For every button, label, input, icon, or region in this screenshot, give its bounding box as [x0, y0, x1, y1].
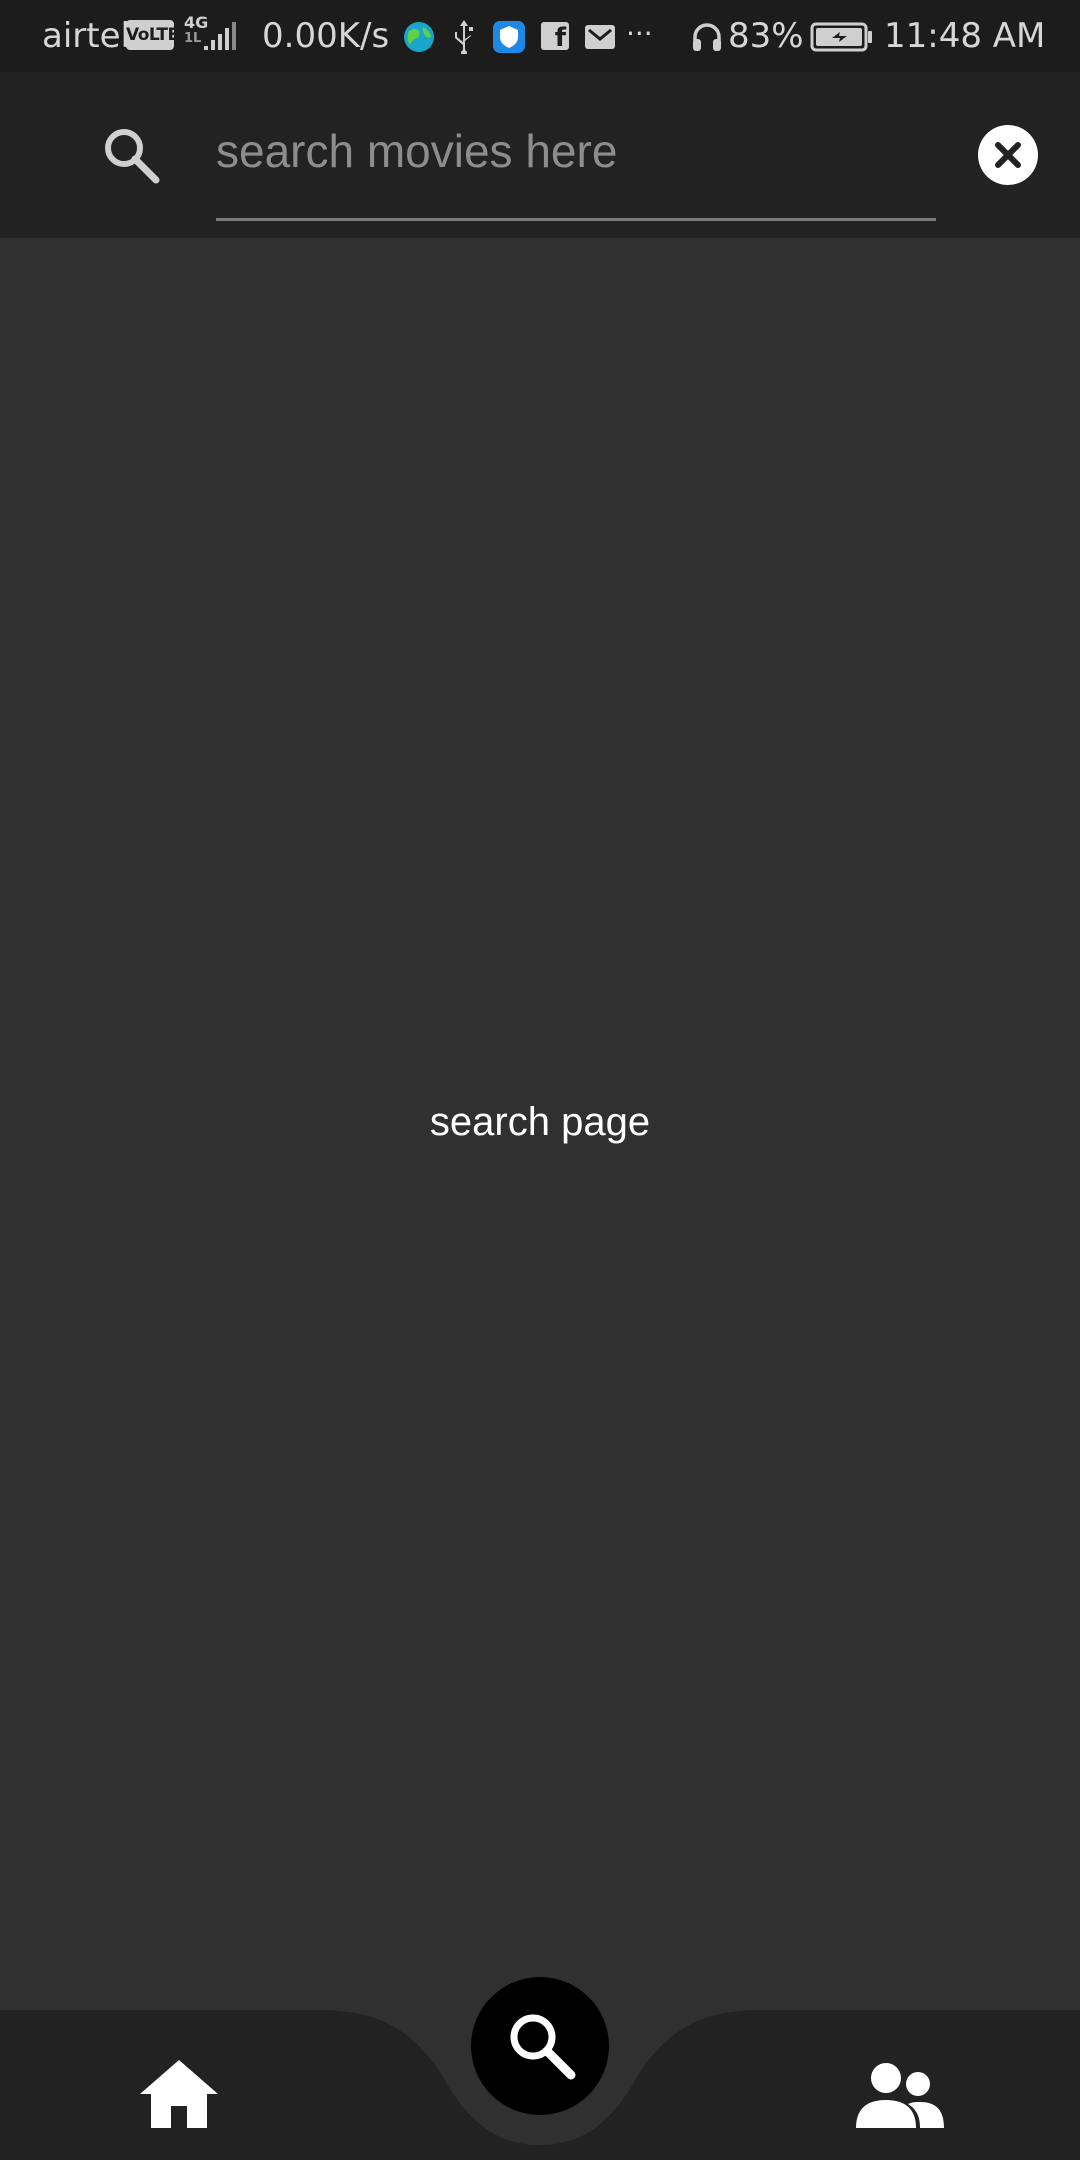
- net-speed: 0.00K/s: [262, 16, 390, 56]
- more-indicator: ···: [626, 17, 653, 50]
- battery-charging-icon: [810, 22, 872, 52]
- clear-search-button[interactable]: [978, 125, 1038, 185]
- main-content: search page: [0, 238, 1080, 2010]
- shield-icon: [493, 21, 525, 53]
- facebook-icon: f: [541, 22, 569, 52]
- headphones-icon: [693, 23, 721, 51]
- signal-icon: [204, 22, 236, 50]
- search-icon: [105, 129, 160, 184]
- carrier-name: airtel: [42, 16, 130, 56]
- close-icon: [995, 142, 1021, 168]
- nav-home-button[interactable]: [136, 2052, 222, 2138]
- mail-icon: [585, 25, 615, 49]
- search-header: [0, 72, 1080, 238]
- people-icon: [856, 2063, 944, 2128]
- clock-time: 11:48 AM: [884, 16, 1046, 56]
- volte-badge: VoLTE: [126, 20, 179, 50]
- nav-people-button[interactable]: [856, 2054, 944, 2142]
- usb-icon: [455, 20, 473, 54]
- status-bar: airtel VoLTE 4G 1L 0.00K/s f ··· 83% 11:…: [0, 0, 1080, 72]
- home-icon: [140, 2060, 218, 2128]
- search-underline: [216, 218, 936, 221]
- nav-search-button[interactable]: [471, 1977, 609, 2115]
- page-label: search page: [429, 1100, 651, 1144]
- search-input[interactable]: [216, 108, 936, 194]
- search-icon: [510, 2014, 576, 2080]
- globe-icon: [404, 22, 434, 52]
- battery-percent: 83%: [728, 16, 804, 56]
